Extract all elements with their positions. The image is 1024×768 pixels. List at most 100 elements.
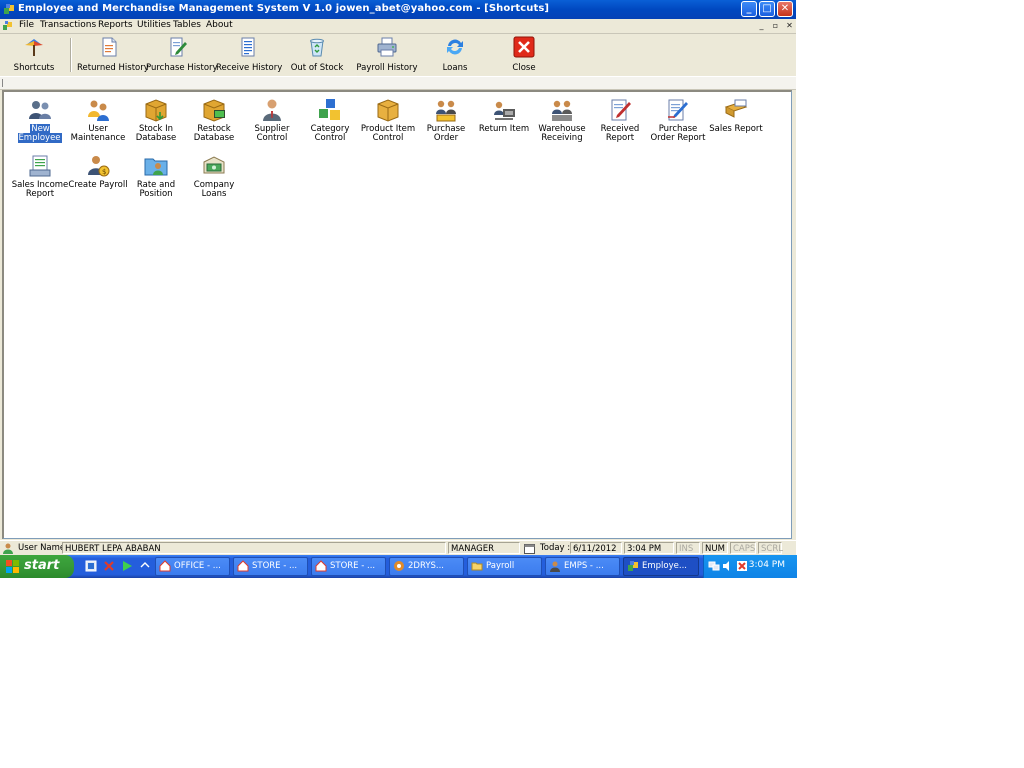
strip-grip[interactable]	[2, 79, 3, 87]
toolbar-out-of-stock-button[interactable]: Out of Stock	[290, 36, 344, 73]
num-indicator: NUM	[702, 542, 728, 554]
rate-position-icon	[144, 158, 168, 176]
child-restore-button[interactable]: ▫	[770, 20, 781, 31]
quicklaunch-play-icon[interactable]	[120, 559, 134, 573]
task-label: Payroll	[486, 561, 515, 571]
user-name-value: HUBERT LEPA ABABAN	[62, 542, 446, 554]
menu-tables[interactable]: Tables	[173, 20, 201, 30]
create-payroll-icon: $	[88, 156, 110, 177]
clock[interactable]: 3:04 PM	[749, 560, 785, 570]
scrl-indicator: SCRL	[758, 542, 783, 554]
company-loans-icon	[203, 156, 225, 174]
close-window-button[interactable]: ✕	[777, 1, 793, 17]
shortcut-stock-in-database[interactable]: Stock In Database	[126, 97, 186, 143]
menu-about[interactable]: About	[206, 20, 233, 30]
start-button[interactable]: start	[0, 555, 74, 578]
shortcut-label: Restock Database	[193, 124, 235, 143]
toolbar-receive-history-label: Receive History	[216, 63, 283, 73]
status-bar: User Name : HUBERT LEPA ABABAN MANAGER T…	[0, 540, 796, 556]
toolbar-shortcuts-button[interactable]: Shortcuts	[8, 36, 60, 73]
menu-transactions[interactable]: Transactions	[40, 20, 96, 30]
volume-icon[interactable]	[722, 560, 734, 572]
shortcut-create-payroll[interactable]: $ Create Payroll	[68, 153, 128, 190]
task-label: Employe...	[642, 561, 687, 571]
task-emps[interactable]: EMPS - ...	[545, 557, 620, 576]
role-value: MANAGER	[448, 542, 520, 554]
shortcut-supplier-control[interactable]: Supplier Control	[242, 97, 302, 143]
toolbar-payroll-history-label: Payroll History	[356, 63, 418, 73]
child-window-icon[interactable]	[3, 21, 13, 31]
shortcut-label: Create Payroll	[68, 180, 128, 190]
return-item-icon	[494, 101, 515, 120]
shortcut-product-item-control[interactable]: Product Item Control	[358, 97, 418, 143]
new-employee-icon	[29, 101, 51, 119]
shortcut-purchase-order-report[interactable]: Purchase Order Report	[648, 97, 708, 143]
task-label: OFFICE - ...	[174, 561, 221, 571]
app-window: Employee and Merchandise Management Syst…	[0, 0, 797, 578]
sales-income-report-icon	[29, 155, 51, 177]
shortcut-sales-report[interactable]: Sales Report	[706, 97, 766, 134]
shortcut-rate-and-position[interactable]: Rate and Position	[126, 153, 186, 199]
supplier-icon	[263, 99, 281, 121]
child-close-button[interactable]: ✕	[784, 20, 795, 31]
shortcut-warehouse-receiving[interactable]: Warehouse Receiving	[532, 97, 592, 143]
shortcut-label: New Employee	[18, 124, 62, 143]
stock-in-database-icon	[145, 99, 167, 122]
task-store-1[interactable]: STORE - ...	[233, 557, 308, 576]
task-2drys[interactable]: 2DRYS...	[389, 557, 464, 576]
shortcut-received-report[interactable]: Received Report	[590, 97, 650, 143]
shortcut-return-item[interactable]: Return Item	[474, 97, 534, 134]
shortcut-label: Supplier Control	[254, 124, 290, 143]
minimize-button[interactable]: _	[741, 1, 757, 17]
shortcut-label: Purchase Order Report	[650, 124, 706, 143]
maximize-button[interactable]: □	[759, 1, 775, 17]
home-icon	[237, 560, 249, 572]
taskbar: start OFFICE - ... STORE - ... STORE - .…	[0, 555, 797, 578]
quicklaunch-chevron-icon[interactable]	[138, 559, 152, 573]
windows-logo-icon	[6, 560, 19, 573]
toolbar-close-button[interactable]: Close	[504, 36, 544, 73]
shortcut-category-control[interactable]: Category Control	[300, 97, 360, 143]
network-icon[interactable]	[708, 560, 720, 572]
printer-icon	[377, 37, 397, 57]
task-label: STORE - ...	[252, 561, 298, 571]
task-payroll[interactable]: Payroll	[467, 557, 542, 576]
date-value: 6/11/2012	[570, 542, 622, 554]
toolbar-purchase-history-button[interactable]: Purchase History	[146, 36, 218, 73]
toolbar-returned-history-button[interactable]: Returned History	[77, 36, 149, 73]
app-icon	[394, 561, 404, 571]
shortcut-restock-database[interactable]: Restock Database	[184, 97, 244, 143]
menu-reports[interactable]: Reports	[98, 20, 133, 30]
toolbar-separator	[70, 38, 72, 72]
task-label: STORE - ...	[330, 561, 376, 571]
purchase-order-report-icon	[668, 99, 688, 121]
toolbar-receive-history-button[interactable]: Receive History	[216, 36, 283, 73]
shortcut-new-employee[interactable]: New Employee	[10, 97, 70, 143]
shortcut-label: Company Loans	[193, 180, 235, 199]
shortcut-purchase-order[interactable]: Purchase Order	[416, 97, 476, 143]
task-employee-system[interactable]: Employe...	[623, 557, 699, 576]
quicklaunch-app-icon[interactable]	[84, 559, 98, 573]
title-bar[interactable]: Employee and Merchandise Management Syst…	[0, 0, 796, 19]
app-icon	[4, 4, 14, 14]
toolbar-loans-label: Loans	[442, 63, 468, 73]
toolbar-payroll-history-button[interactable]: Payroll History	[356, 36, 418, 73]
toolbar-loans-button[interactable]: Loans	[434, 36, 476, 73]
menu-bar: File Transactions Reports Utilities Tabl…	[0, 19, 796, 34]
menu-file[interactable]: File	[19, 20, 34, 30]
task-office[interactable]: OFFICE - ...	[155, 557, 230, 576]
task-label: EMPS - ...	[564, 561, 604, 571]
shortcut-user-maintenance[interactable]: User Maintenance	[68, 97, 128, 143]
toolbar-close-label: Close	[512, 63, 536, 73]
shortcut-sales-income-report[interactable]: Sales Income Report	[10, 153, 70, 199]
antivirus-icon[interactable]	[736, 560, 748, 572]
shortcut-company-loans[interactable]: Company Loans	[184, 153, 244, 199]
child-minimize-button[interactable]: _	[756, 20, 767, 31]
task-store-2[interactable]: STORE - ...	[311, 557, 386, 576]
menu-utilities[interactable]: Utilities	[137, 20, 171, 30]
toolbar-out-of-stock-label: Out of Stock	[290, 63, 344, 73]
recycle-bin-icon	[310, 38, 324, 57]
quicklaunch-close-icon[interactable]	[102, 559, 116, 573]
window-title: Employee and Merchandise Management Syst…	[18, 3, 550, 14]
refresh-icon	[447, 39, 463, 55]
